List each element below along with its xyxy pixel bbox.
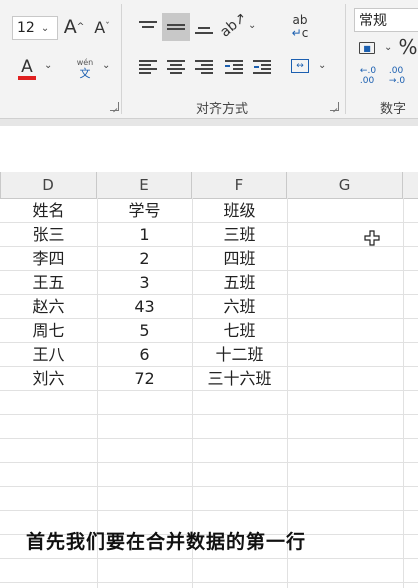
cell-class[interactable]: 五班: [192, 271, 287, 295]
grid-line: [0, 462, 418, 463]
phonetic-icon: 文: [79, 67, 91, 80]
font-color-bar: [18, 76, 36, 80]
video-caption: 首先我们要在合并数据的第一行: [26, 531, 307, 553]
increase-indent-button[interactable]: [250, 56, 274, 78]
decrease-indent-icon: [225, 60, 243, 74]
alignment-dialog-launcher-icon[interactable]: [110, 102, 119, 111]
cell-id[interactable]: 43: [97, 295, 192, 319]
cell-id[interactable]: 72: [97, 367, 192, 391]
cell-name[interactable]: 周七: [0, 319, 97, 343]
accounting-dropdown-icon[interactable]: ⌄: [384, 42, 392, 53]
increase-decimal-icon: ←.0 .00: [359, 66, 377, 86]
chevron-down-icon: ⌄: [40, 22, 50, 34]
decrease-indent-button[interactable]: [222, 56, 246, 78]
cell-id[interactable]: 3: [97, 271, 192, 295]
column-header-e[interactable]: E: [97, 172, 192, 198]
number-format-combo[interactable]: 常规: [354, 8, 418, 32]
decrease-decimal-button[interactable]: .00 →.0: [384, 64, 410, 88]
cell-class[interactable]: 七班: [192, 319, 287, 343]
cell-class[interactable]: 六班: [192, 295, 287, 319]
increase-font-icon: A: [63, 16, 77, 38]
column-header-g[interactable]: G: [287, 172, 403, 198]
column-header-f[interactable]: F: [192, 172, 287, 198]
orientation-icon: ab↗: [217, 9, 251, 41]
cell-name[interactable]: 王八: [0, 343, 97, 367]
orientation-dropdown-icon[interactable]: ⌄: [248, 20, 256, 31]
increase-indent-icon: [253, 60, 271, 74]
font-size-combo[interactable]: 12 ⌄: [12, 16, 58, 40]
grid-line: [0, 414, 418, 415]
orientation-button[interactable]: ab↗: [218, 9, 251, 40]
wrap-text-button[interactable]: ab ↵c: [286, 12, 314, 42]
spreadsheet-grid[interactable]: D E F G 姓名 学号 班级 张三 1 三班 李四 2 四班 王五 3 五班…: [0, 172, 418, 588]
wrap-text-icon: ↵c: [291, 26, 309, 40]
cell-class[interactable]: 十二班: [192, 343, 287, 367]
separator: [121, 4, 122, 114]
wrap-text-bottom: c: [301, 26, 309, 40]
font-color-button[interactable]: A: [14, 54, 40, 84]
merge-center-button[interactable]: ↔: [286, 54, 314, 78]
alignment-dialog-launcher-icon-2[interactable]: [330, 102, 339, 111]
increase-font-size-button[interactable]: A ^: [62, 14, 86, 40]
align-right-button[interactable]: [192, 56, 216, 78]
phonetic-dropdown-icon[interactable]: ⌄: [102, 60, 110, 71]
cell-name[interactable]: 李四: [0, 247, 97, 271]
align-middle-icon: [167, 20, 185, 34]
cell-id[interactable]: 2: [97, 247, 192, 271]
cell-id[interactable]: 学号: [97, 199, 192, 223]
number-format-value: 常规: [359, 13, 387, 29]
phonetic-guide-button[interactable]: wén 文: [70, 54, 100, 84]
phonetic-top: wén: [76, 58, 94, 67]
align-center-icon: [167, 60, 185, 74]
cell-name[interactable]: 姓名: [0, 199, 97, 223]
cell-id[interactable]: 1: [97, 223, 192, 247]
align-middle-button[interactable]: [162, 13, 190, 41]
grid-line: [0, 438, 418, 439]
increase-decimal-button[interactable]: ←.0 .00: [356, 64, 380, 88]
decrease-decimal-icon: .00 →.0: [388, 66, 406, 86]
grid-line: [0, 582, 418, 583]
blank-area: [0, 126, 418, 173]
grid-line: [403, 198, 404, 588]
cell-select-cursor-icon: [364, 230, 380, 246]
decrease-font-size-button[interactable]: Aˇ: [90, 14, 114, 40]
grid-line: [0, 558, 418, 559]
cell-class[interactable]: 四班: [192, 247, 287, 271]
percent-style-button[interactable]: %: [398, 34, 418, 60]
align-top-icon: [139, 20, 157, 34]
separator: [345, 4, 346, 114]
font-color-dropdown-icon[interactable]: ⌄: [44, 60, 52, 71]
cell-name[interactable]: 刘六: [0, 367, 97, 391]
cell-id[interactable]: 5: [97, 319, 192, 343]
alignment-group-label: 对齐方式: [196, 102, 249, 117]
grid-line: [0, 510, 418, 511]
align-top-button[interactable]: [136, 14, 160, 40]
align-right-icon: [195, 60, 213, 74]
cell-name[interactable]: 王五: [0, 271, 97, 295]
number-group-label: 数字: [380, 102, 407, 117]
align-left-button[interactable]: [136, 56, 160, 78]
align-bottom-button[interactable]: [192, 14, 216, 40]
font-color-icon: A: [21, 57, 33, 77]
cell-class[interactable]: 三班: [192, 223, 287, 247]
font-size-value: 12: [17, 20, 35, 36]
align-center-button[interactable]: [164, 56, 188, 78]
cell-id[interactable]: 6: [97, 343, 192, 367]
merge-cells-icon: ↔: [291, 59, 309, 73]
accounting-icon: ■: [359, 42, 375, 54]
merge-dropdown-icon[interactable]: ⌄: [318, 60, 326, 71]
align-bottom-icon: [195, 20, 213, 34]
ribbon: 12 ⌄ A ^ Aˇ A ⌄ wén 文 ⌄ ab↗ ⌄ ab ↵c ↔ ⌄ …: [0, 0, 418, 118]
column-header-bar: D E F G: [0, 172, 418, 199]
grid-line: [0, 486, 418, 487]
cell-name[interactable]: 赵六: [0, 295, 97, 319]
align-left-icon: [139, 60, 157, 74]
accounting-format-button[interactable]: ■: [356, 38, 378, 58]
decrease-font-icon: A: [94, 17, 106, 37]
cell-class[interactable]: 三十六班: [192, 367, 287, 391]
cell-class[interactable]: 班级: [192, 199, 287, 223]
percent-icon: %: [398, 35, 418, 59]
column-header-d[interactable]: D: [0, 172, 97, 198]
cell-name[interactable]: 张三: [0, 223, 97, 247]
